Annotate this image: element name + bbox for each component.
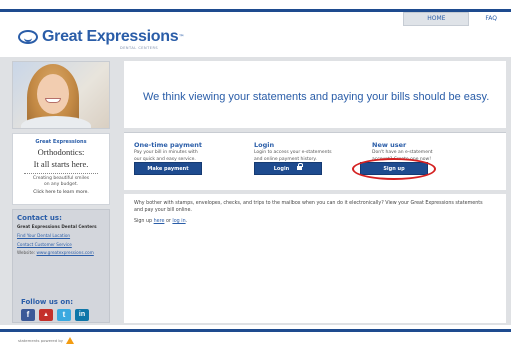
logo-text: Great Expressions [42,28,179,45]
signup-or: or [165,219,171,224]
photo-shoulder [21,116,91,128]
card-title: Login [254,141,275,149]
card-desc-line1: Pay your bill in minutes with [134,150,198,155]
website-label: Website: [17,250,36,255]
lock-icon [297,163,304,170]
vendor-logo-icon[interactable] [66,337,74,344]
card-title: New user [372,141,407,149]
login-button-label: Login [273,166,290,172]
contact-company-name: Great Expressions Dental Centers [17,224,97,229]
top-nav: HOME FAQ [403,12,511,26]
nav-home-link[interactable]: HOME [403,12,470,26]
promo-small-line2: on any budget. [43,181,79,187]
card-title: One-time payment [134,141,203,149]
login-link[interactable]: log in [172,219,185,224]
header: Great Expressions ™ DENTAL CENTERS HOME … [0,12,511,54]
sidebar: Great Expressions Orthodontics: It all s… [8,61,114,323]
info-signup-line: Sign up here or log in. [134,219,496,224]
follow-title: Follow us on: [21,298,73,306]
signup-here-link[interactable]: here [154,219,165,224]
contact-service-link[interactable]: Contact Customer Service [17,242,105,247]
red-highlight-circle [352,158,436,180]
card-desc-line1: Login to access your e-statements [254,150,332,155]
contact-title: Contact us: [17,214,62,222]
card-desc-line1: Don't have an e-statement [372,150,433,155]
smile-logo-icon [18,30,38,44]
find-location-link[interactable]: Find Your Dental Location [17,233,105,238]
social-icons: f ▲ t in [21,309,93,321]
orthodontics-promo[interactable]: Great Expressions Orthodontics: It all s… [12,133,110,205]
hero-headline: We think viewing your statements and pay… [143,91,490,103]
nav-faq-link[interactable]: FAQ [485,12,511,26]
hero-banner: We think viewing your statements and pay… [124,61,506,128]
footer-text: statements powered by [18,338,63,343]
smiling-girl-photo [12,61,110,129]
login-card: Login Login to access your e-statements … [254,141,354,162]
login-button[interactable]: Login [254,162,322,175]
photo-smile [45,98,61,103]
facebook-icon[interactable]: f [21,309,35,321]
logo-trademark: ™ [178,33,185,41]
action-cards: One-time payment Pay your bill in minute… [124,132,506,190]
main-panel: We think viewing your statements and pay… [124,61,506,323]
signup-prefix: Sign up [134,219,153,224]
promo-title-line1: Orthodontics: [37,147,85,157]
twitter-icon[interactable]: t [57,309,71,321]
youtube-icon[interactable]: ▲ [39,309,53,321]
photo-face [37,74,69,114]
promo-logo: Great Expressions [35,139,87,145]
footer: statements powered by [18,337,74,344]
signup-suffix: . [185,219,188,224]
website-line: Website: www.greatexpressions.com [17,250,105,255]
website-link[interactable]: www.greatexpressions.com [36,250,93,255]
contact-box: Contact us: Great Expressions Dental Cen… [12,209,110,323]
logo-subtitle: DENTAL CENTERS [120,46,159,50]
bottom-border [0,329,511,332]
promo-divider [24,173,98,174]
content-area: Great Expressions Orthodontics: It all s… [0,57,511,325]
one-time-payment-card: One-time payment Pay your bill in minute… [134,141,234,162]
brand-logo[interactable]: Great Expressions ™ [18,28,184,46]
info-panel: Why bother with stamps, envelopes, check… [124,194,506,323]
make-payment-button[interactable]: Make payment [134,162,202,175]
linkedin-icon[interactable]: in [75,309,89,321]
promo-title-line2: It all starts here. [33,159,89,169]
info-text: Why bother with stamps, envelopes, check… [134,201,483,213]
promo-learn-more-link[interactable]: Click here to learn more. [13,190,109,195]
